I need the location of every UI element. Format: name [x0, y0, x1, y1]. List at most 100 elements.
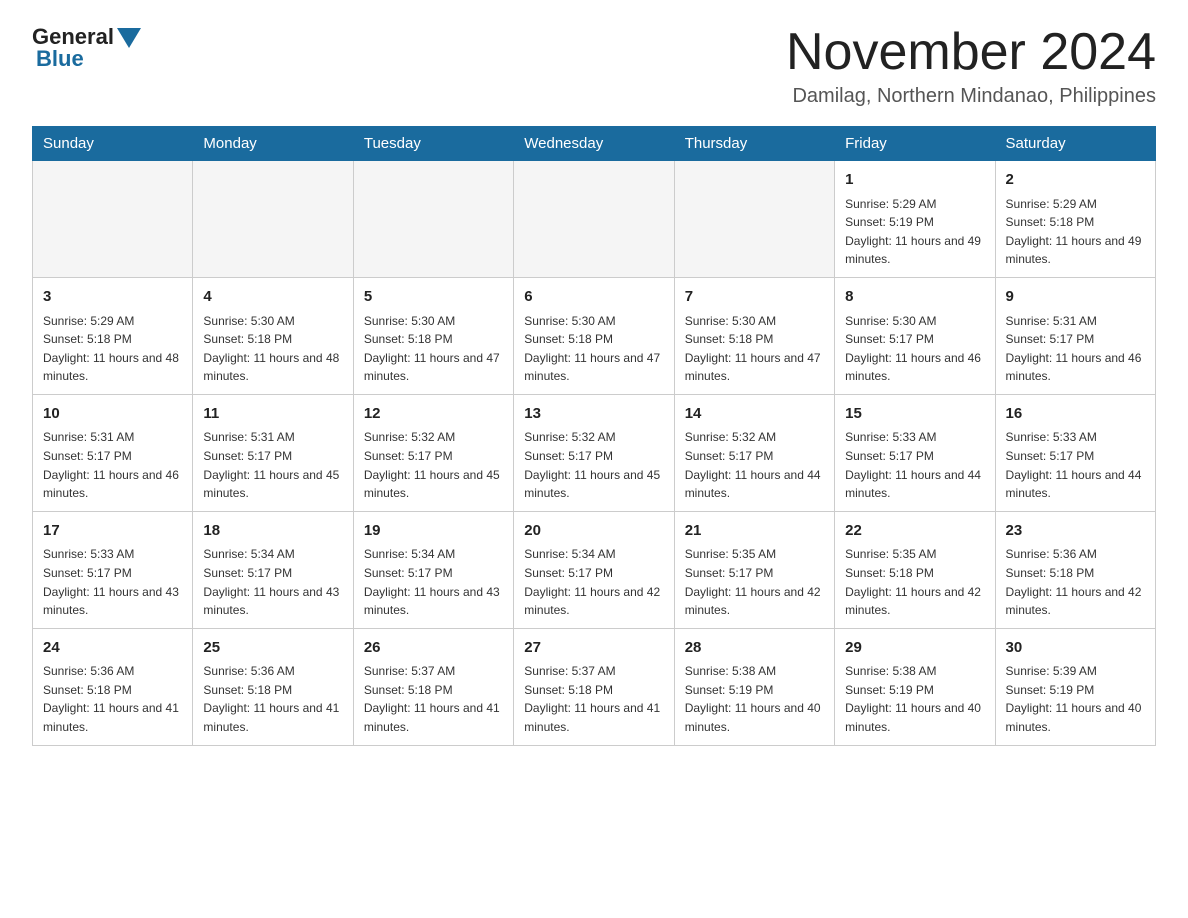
calendar-cell: 30Sunrise: 5:39 AM Sunset: 5:19 PM Dayli… [995, 628, 1155, 745]
logo-text-blue: Blue [32, 46, 84, 72]
day-number: 29 [845, 637, 984, 660]
calendar-cell: 3Sunrise: 5:29 AM Sunset: 5:18 PM Daylig… [33, 278, 193, 395]
day-number: 11 [203, 403, 342, 426]
day-info: Sunrise: 5:34 AM Sunset: 5:17 PM Dayligh… [203, 545, 342, 619]
day-info: Sunrise: 5:29 AM Sunset: 5:19 PM Dayligh… [845, 195, 984, 269]
calendar-cell [353, 161, 513, 278]
calendar-header-tuesday: Tuesday [353, 127, 513, 161]
subtitle: Damilag, Northern Mindanao, Philippines [786, 85, 1156, 108]
day-number: 14 [685, 403, 824, 426]
calendar-cell: 19Sunrise: 5:34 AM Sunset: 5:17 PM Dayli… [353, 511, 513, 628]
calendar-cell: 26Sunrise: 5:37 AM Sunset: 5:18 PM Dayli… [353, 628, 513, 745]
day-number: 27 [524, 637, 663, 660]
calendar-cell: 20Sunrise: 5:34 AM Sunset: 5:17 PM Dayli… [514, 511, 674, 628]
day-number: 25 [203, 637, 342, 660]
calendar-header-thursday: Thursday [674, 127, 834, 161]
calendar-header-sunday: Sunday [33, 127, 193, 161]
calendar-week-row: 24Sunrise: 5:36 AM Sunset: 5:18 PM Dayli… [33, 628, 1156, 745]
calendar-cell: 1 Sunrise: 5:29 AM Sunset: 5:19 PM Daylig… [835, 161, 995, 278]
calendar-cell: 23Sunrise: 5:36 AM Sunset: 5:18 PM Dayli… [995, 511, 1155, 628]
calendar-cell: 27Sunrise: 5:37 AM Sunset: 5:18 PM Dayli… [514, 628, 674, 745]
calendar-cell: 14Sunrise: 5:32 AM Sunset: 5:17 PM Dayli… [674, 394, 834, 511]
day-number: 18 [203, 520, 342, 543]
calendar-table: SundayMondayTuesdayWednesdayThursdayFrid… [32, 126, 1156, 745]
day-info: Sunrise: 5:31 AM Sunset: 5:17 PM Dayligh… [203, 428, 342, 502]
day-info: Sunrise: 5:36 AM Sunset: 5:18 PM Dayligh… [1006, 545, 1145, 619]
day-number: 7 [685, 286, 824, 309]
day-info: Sunrise: 5:31 AM Sunset: 5:17 PM Dayligh… [43, 428, 182, 502]
day-info: Sunrise: 5:30 AM Sunset: 5:18 PM Dayligh… [364, 312, 503, 386]
calendar-cell [514, 161, 674, 278]
day-info: Sunrise: 5:36 AM Sunset: 5:18 PM Dayligh… [43, 662, 182, 736]
day-info: Sunrise: 5:36 AM Sunset: 5:18 PM Dayligh… [203, 662, 342, 736]
calendar-header-friday: Friday [835, 127, 995, 161]
calendar-cell: 17Sunrise: 5:33 AM Sunset: 5:17 PM Dayli… [33, 511, 193, 628]
calendar-cell: 5 Sunrise: 5:30 AM Sunset: 5:18 PM Daylig… [353, 278, 513, 395]
calendar-week-row: 1 Sunrise: 5:29 AM Sunset: 5:19 PM Daylig… [33, 161, 1156, 278]
calendar-week-row: 3Sunrise: 5:29 AM Sunset: 5:18 PM Daylig… [33, 278, 1156, 395]
day-info: Sunrise: 5:37 AM Sunset: 5:18 PM Dayligh… [364, 662, 503, 736]
day-number: 26 [364, 637, 503, 660]
day-info: Sunrise: 5:30 AM Sunset: 5:18 PM Dayligh… [203, 312, 342, 386]
day-info: Sunrise: 5:32 AM Sunset: 5:17 PM Dayligh… [364, 428, 503, 502]
calendar-cell: 10Sunrise: 5:31 AM Sunset: 5:17 PM Dayli… [33, 394, 193, 511]
calendar-cell: 11Sunrise: 5:31 AM Sunset: 5:17 PM Dayli… [193, 394, 353, 511]
calendar-cell: 15Sunrise: 5:33 AM Sunset: 5:17 PM Dayli… [835, 394, 995, 511]
calendar-header-wednesday: Wednesday [514, 127, 674, 161]
day-number: 5 [364, 286, 503, 309]
day-number: 6 [524, 286, 663, 309]
title-area: November 2024 Damilag, Northern Mindanao… [786, 24, 1156, 108]
day-info: Sunrise: 5:33 AM Sunset: 5:17 PM Dayligh… [845, 428, 984, 502]
calendar-cell [674, 161, 834, 278]
day-number: 15 [845, 403, 984, 426]
page-header: General Blue November 2024 Damilag, Nort… [32, 24, 1156, 108]
day-number: 22 [845, 520, 984, 543]
calendar-cell: 12Sunrise: 5:32 AM Sunset: 5:17 PM Dayli… [353, 394, 513, 511]
calendar-cell: 24Sunrise: 5:36 AM Sunset: 5:18 PM Dayli… [33, 628, 193, 745]
calendar-cell [193, 161, 353, 278]
day-number: 9 [1006, 286, 1145, 309]
day-info: Sunrise: 5:30 AM Sunset: 5:18 PM Dayligh… [524, 312, 663, 386]
day-number: 23 [1006, 520, 1145, 543]
day-number: 21 [685, 520, 824, 543]
day-number: 10 [43, 403, 182, 426]
calendar-cell: 16Sunrise: 5:33 AM Sunset: 5:17 PM Dayli… [995, 394, 1155, 511]
day-info: Sunrise: 5:39 AM Sunset: 5:19 PM Dayligh… [1006, 662, 1145, 736]
day-number: 12 [364, 403, 503, 426]
logo-triangle-icon [117, 28, 141, 48]
day-info: Sunrise: 5:37 AM Sunset: 5:18 PM Dayligh… [524, 662, 663, 736]
calendar-cell: 21Sunrise: 5:35 AM Sunset: 5:17 PM Dayli… [674, 511, 834, 628]
calendar-cell: 25Sunrise: 5:36 AM Sunset: 5:18 PM Dayli… [193, 628, 353, 745]
day-info: Sunrise: 5:34 AM Sunset: 5:17 PM Dayligh… [524, 545, 663, 619]
day-number: 13 [524, 403, 663, 426]
main-title: November 2024 [786, 24, 1156, 81]
day-info: Sunrise: 5:35 AM Sunset: 5:17 PM Dayligh… [685, 545, 824, 619]
calendar-cell: 7 Sunrise: 5:30 AM Sunset: 5:18 PM Daylig… [674, 278, 834, 395]
calendar-cell: 6 Sunrise: 5:30 AM Sunset: 5:18 PM Daylig… [514, 278, 674, 395]
day-number: 17 [43, 520, 182, 543]
day-info: Sunrise: 5:29 AM Sunset: 5:18 PM Dayligh… [1006, 195, 1145, 269]
calendar-cell: 9 Sunrise: 5:31 AM Sunset: 5:17 PM Daylig… [995, 278, 1155, 395]
day-info: Sunrise: 5:33 AM Sunset: 5:17 PM Dayligh… [43, 545, 182, 619]
calendar-cell: 8Sunrise: 5:30 AM Sunset: 5:17 PM Daylig… [835, 278, 995, 395]
calendar-cell: 18Sunrise: 5:34 AM Sunset: 5:17 PM Dayli… [193, 511, 353, 628]
calendar-header-saturday: Saturday [995, 127, 1155, 161]
day-number: 28 [685, 637, 824, 660]
calendar-cell: 13Sunrise: 5:32 AM Sunset: 5:17 PM Dayli… [514, 394, 674, 511]
day-number: 1 [845, 169, 984, 192]
day-info: Sunrise: 5:30 AM Sunset: 5:18 PM Dayligh… [685, 312, 824, 386]
day-info: Sunrise: 5:31 AM Sunset: 5:17 PM Dayligh… [1006, 312, 1145, 386]
day-info: Sunrise: 5:33 AM Sunset: 5:17 PM Dayligh… [1006, 428, 1145, 502]
day-info: Sunrise: 5:29 AM Sunset: 5:18 PM Dayligh… [43, 312, 182, 386]
day-number: 19 [364, 520, 503, 543]
day-info: Sunrise: 5:32 AM Sunset: 5:17 PM Dayligh… [524, 428, 663, 502]
calendar-header-monday: Monday [193, 127, 353, 161]
day-info: Sunrise: 5:32 AM Sunset: 5:17 PM Dayligh… [685, 428, 824, 502]
day-number: 2 [1006, 169, 1145, 192]
day-info: Sunrise: 5:35 AM Sunset: 5:18 PM Dayligh… [845, 545, 984, 619]
day-number: 16 [1006, 403, 1145, 426]
calendar-cell: 28Sunrise: 5:38 AM Sunset: 5:19 PM Dayli… [674, 628, 834, 745]
day-number: 30 [1006, 637, 1145, 660]
day-number: 24 [43, 637, 182, 660]
day-number: 8 [845, 286, 984, 309]
